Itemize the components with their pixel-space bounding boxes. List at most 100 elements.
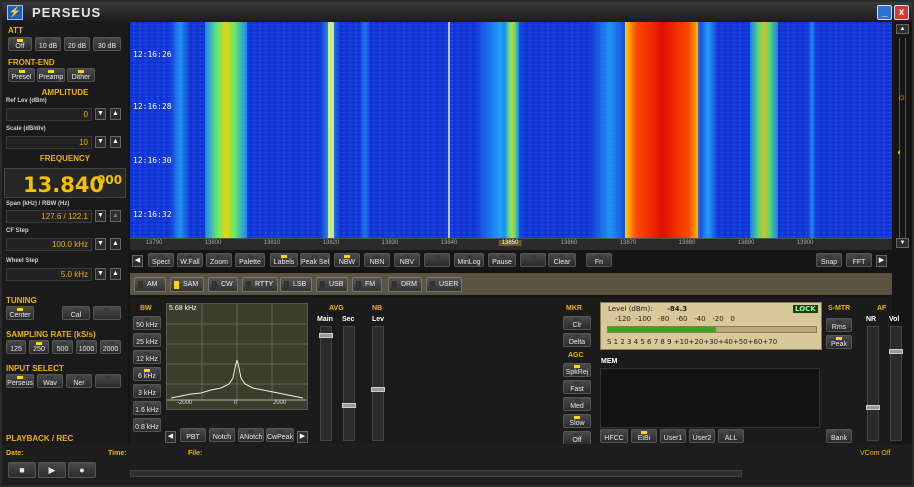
dither-button[interactable]: Dither bbox=[67, 68, 95, 82]
mode-usb-button[interactable]: USB bbox=[316, 277, 348, 292]
preamp-button[interactable]: Preamp bbox=[37, 68, 65, 82]
stop-button[interactable]: ■ bbox=[8, 462, 36, 478]
scroll-right-icon[interactable]: ▶ bbox=[876, 255, 887, 267]
bw-12k-button[interactable]: 12 kHz bbox=[133, 350, 161, 364]
scroll-up-icon[interactable]: ▲ bbox=[896, 24, 909, 34]
scroll-left-icon[interactable]: ◀ bbox=[132, 255, 143, 267]
mode-lsb-button[interactable]: LSB bbox=[280, 277, 312, 292]
notch-button[interactable]: Notch bbox=[209, 428, 235, 442]
input-ner-button[interactable]: Ner bbox=[66, 374, 92, 388]
record-button[interactable]: ● bbox=[68, 462, 96, 478]
pause-button[interactable]: Pause bbox=[488, 253, 516, 267]
bw-6k-button[interactable]: 6 kHz bbox=[133, 367, 161, 381]
zoom-button[interactable]: Zoom bbox=[206, 253, 232, 267]
rate-2000-button[interactable]: 2000 bbox=[100, 340, 121, 354]
mem-eibi-button[interactable]: EiBi bbox=[631, 429, 657, 443]
center-button[interactable]: Center bbox=[6, 306, 34, 320]
avg-sec-slider[interactable] bbox=[342, 326, 356, 441]
agc-off-button[interactable]: Off bbox=[563, 431, 591, 445]
bw-25k-button[interactable]: 25 kHz bbox=[133, 333, 161, 347]
filter-spectrum-graph[interactable]: 5.68 kHz -2000 0 2000 bbox=[166, 303, 308, 410]
input-wav-button[interactable]: Wav bbox=[37, 374, 63, 388]
filter-right-icon[interactable]: ▶ bbox=[297, 431, 308, 443]
snap-button[interactable]: Snap bbox=[816, 253, 842, 267]
frequency-display[interactable]: 13.840 000 bbox=[4, 168, 126, 198]
cwpeak-button[interactable]: CwPeak bbox=[266, 428, 294, 442]
close-button[interactable]: x bbox=[894, 5, 909, 20]
span-up-icon[interactable]: ▲ bbox=[110, 210, 121, 222]
rate-250-button[interactable]: 250 bbox=[29, 340, 49, 354]
fft-button[interactable]: FFT bbox=[846, 253, 872, 267]
bw-3k-button[interactable]: 3 kHz bbox=[133, 384, 161, 398]
blank-toolbar-button[interactable] bbox=[424, 253, 450, 267]
scroll-down-icon[interactable]: ▼ bbox=[896, 238, 909, 248]
nbv-button[interactable]: NBV bbox=[394, 253, 420, 267]
cf-step-value[interactable]: 100.0 kHz bbox=[6, 238, 92, 251]
mkr-clr-button[interactable]: Clr bbox=[563, 316, 591, 330]
agc-fast-button[interactable]: Fast bbox=[563, 380, 591, 394]
mem-bank-button[interactable]: Bank bbox=[826, 429, 852, 443]
tuning-extra-button[interactable] bbox=[93, 306, 121, 320]
scale-up-icon[interactable]: ▲ bbox=[110, 136, 121, 148]
nbn-button[interactable]: NBN bbox=[364, 253, 390, 267]
ref-level-down-icon[interactable]: ▼ bbox=[95, 108, 106, 120]
mem-user2-button[interactable]: User2 bbox=[689, 429, 715, 443]
bw-50k-button[interactable]: 50 kHz bbox=[133, 316, 161, 330]
peak-sel-button[interactable]: Peak Sel bbox=[300, 253, 330, 267]
mem-all-button[interactable]: ALL bbox=[718, 429, 744, 443]
mem-user1-button[interactable]: User1 bbox=[660, 429, 686, 443]
palette-button[interactable]: Palette bbox=[235, 253, 265, 267]
rate-1000-button[interactable]: 1000 bbox=[76, 340, 97, 354]
rate-125-button[interactable]: 125 bbox=[6, 340, 26, 354]
span-value[interactable]: 127.6 / 122.1 bbox=[6, 210, 92, 223]
spect-button[interactable]: Spect bbox=[148, 253, 174, 267]
mode-drm-button[interactable]: DRM bbox=[388, 277, 422, 292]
cf-step-up-icon[interactable]: ▲ bbox=[110, 238, 121, 250]
mode-sam-button[interactable]: SAM bbox=[170, 277, 204, 292]
wheel-step-up-icon[interactable]: ▲ bbox=[110, 268, 121, 280]
wheel-step-value[interactable]: 5.0 kHz bbox=[6, 268, 92, 281]
cf-step-down-icon[interactable]: ▼ bbox=[95, 238, 106, 250]
play-button[interactable]: ▶ bbox=[38, 462, 66, 478]
waterfall-button[interactable]: W.Fall bbox=[177, 253, 203, 267]
memory-list[interactable] bbox=[600, 368, 820, 428]
blank-toolbar-button-2[interactable] bbox=[520, 253, 546, 267]
waterfall-display[interactable]: 12:16:26 12:16:28 12:16:30 12:16:32 bbox=[130, 22, 892, 238]
agc-spkrej-button[interactable]: SpkRej bbox=[563, 363, 591, 377]
att-20db-button[interactable]: 20 dB bbox=[64, 37, 90, 51]
pbt-button[interactable]: PBT bbox=[180, 428, 206, 442]
smtr-rms-button[interactable]: Rms bbox=[826, 318, 852, 332]
mode-am-button[interactable]: AM bbox=[134, 277, 166, 292]
rate-500-button[interactable]: 500 bbox=[52, 340, 73, 354]
ref-level-up-icon[interactable]: ▲ bbox=[110, 108, 121, 120]
nbw-button[interactable]: NBW bbox=[334, 253, 360, 267]
avg-main-slider[interactable] bbox=[319, 326, 333, 441]
fn-button[interactable]: Fn bbox=[586, 253, 612, 267]
bw-1-6k-button[interactable]: 1.6 kHz bbox=[133, 401, 161, 415]
minimize-button[interactable]: _ bbox=[877, 5, 892, 20]
mode-fm-button[interactable]: FM bbox=[352, 277, 382, 292]
cal-button[interactable]: Cal bbox=[62, 306, 90, 320]
input-perseus-button[interactable]: Perseus bbox=[6, 374, 34, 388]
brightness-track[interactable] bbox=[899, 38, 906, 238]
wheel-step-down-icon[interactable]: ▼ bbox=[95, 268, 106, 280]
agc-med-button[interactable]: Med bbox=[563, 397, 591, 411]
mode-rtty-button[interactable]: RTTY bbox=[242, 277, 278, 292]
mode-user-button[interactable]: USER bbox=[426, 277, 462, 292]
presel-button[interactable]: Presel bbox=[8, 68, 35, 82]
bw-0-8k-button[interactable]: 0.8 kHz bbox=[133, 418, 161, 432]
clear-button[interactable]: Clear bbox=[548, 253, 576, 267]
nr-slider[interactable] bbox=[866, 326, 880, 441]
att-off-button[interactable]: Off bbox=[8, 37, 32, 51]
smtr-peak-button[interactable]: Peak bbox=[826, 335, 852, 349]
mem-hfcc-button[interactable]: HFCC bbox=[600, 429, 628, 443]
scale-down-icon[interactable]: ▼ bbox=[95, 136, 106, 148]
minlog-button[interactable]: MinLog bbox=[454, 253, 484, 267]
mode-cw-button[interactable]: CW bbox=[208, 277, 238, 292]
scale-value[interactable]: 10 bbox=[6, 136, 92, 149]
att-30db-button[interactable]: 30 dB bbox=[93, 37, 121, 51]
input-extra-button[interactable] bbox=[95, 374, 121, 388]
span-down-icon[interactable]: ▼ bbox=[95, 210, 106, 222]
mkr-delta-button[interactable]: Delta bbox=[563, 333, 591, 347]
filter-left-icon[interactable]: ◀ bbox=[165, 431, 176, 443]
